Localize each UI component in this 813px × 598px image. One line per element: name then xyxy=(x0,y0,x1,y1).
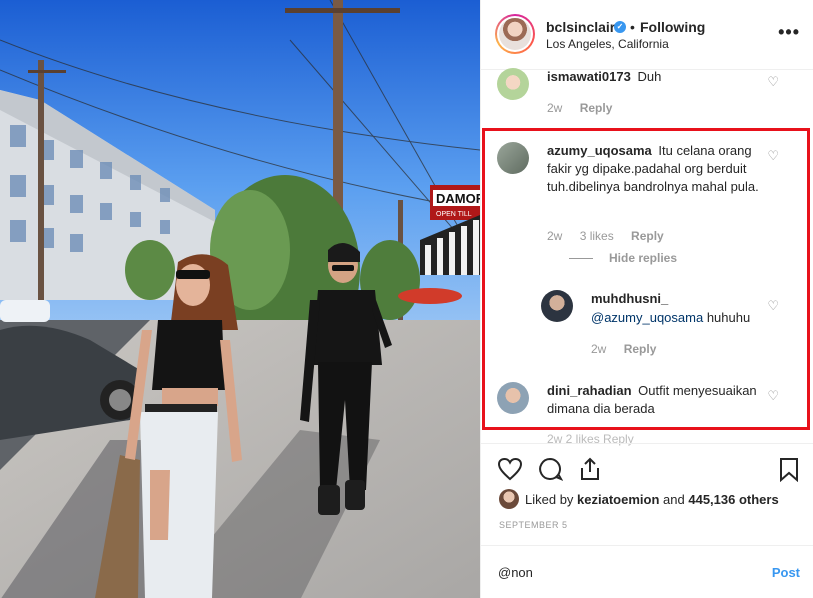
action-bar xyxy=(481,443,813,493)
post-button[interactable]: Post xyxy=(772,565,800,580)
verified-badge-icon: ✓ xyxy=(614,21,626,33)
comment-text: Duh xyxy=(637,69,662,84)
highlight-box xyxy=(482,128,810,430)
post-header: bclsinclair ✓ • Following Los Angeles, C… xyxy=(481,0,813,70)
comment-input[interactable] xyxy=(498,565,738,580)
likes-count[interactable]: 445,136 others xyxy=(688,492,778,507)
share-icon[interactable] xyxy=(577,456,603,482)
more-options-icon[interactable]: ••• xyxy=(778,22,800,43)
likes-summary: Liked by keziatoemion and 445,136 others xyxy=(525,492,779,507)
comment-icon[interactable] xyxy=(537,456,563,482)
street-scene-image: DAMORE PIZZA OPEN TILL xyxy=(0,0,480,598)
comment-time[interactable]: 2w xyxy=(547,101,562,115)
header-separator: • xyxy=(630,19,635,35)
post-date[interactable]: SEPTEMBER 5 xyxy=(499,520,568,530)
like-heart-icon[interactable]: ♡ xyxy=(767,74,779,90)
add-comment-bar: Post xyxy=(481,545,813,598)
header-username[interactable]: bclsinclair xyxy=(546,19,615,35)
profile-avatar[interactable] xyxy=(495,14,535,54)
commenter-avatar[interactable] xyxy=(497,68,529,100)
heart-icon[interactable] xyxy=(497,456,523,482)
likes-and: and xyxy=(663,492,685,507)
likes-prefix: Liked by xyxy=(525,492,574,507)
bookmark-icon[interactable] xyxy=(776,456,802,482)
following-button[interactable]: Following xyxy=(640,19,705,35)
liked-by-avatar[interactable] xyxy=(499,489,519,509)
liked-by-user[interactable]: keziatoemion xyxy=(577,492,659,507)
post-photo[interactable]: DAMORE PIZZA OPEN TILL xyxy=(0,0,480,598)
header-location[interactable]: Los Angeles, California xyxy=(546,37,669,51)
pizza-sign-sub: OPEN TILL xyxy=(436,211,472,218)
reply-button[interactable]: Reply xyxy=(580,101,613,115)
comment-username[interactable]: ismawati0173 xyxy=(547,69,631,84)
pizza-sign-text: DAMORE PIZZA xyxy=(436,191,480,206)
